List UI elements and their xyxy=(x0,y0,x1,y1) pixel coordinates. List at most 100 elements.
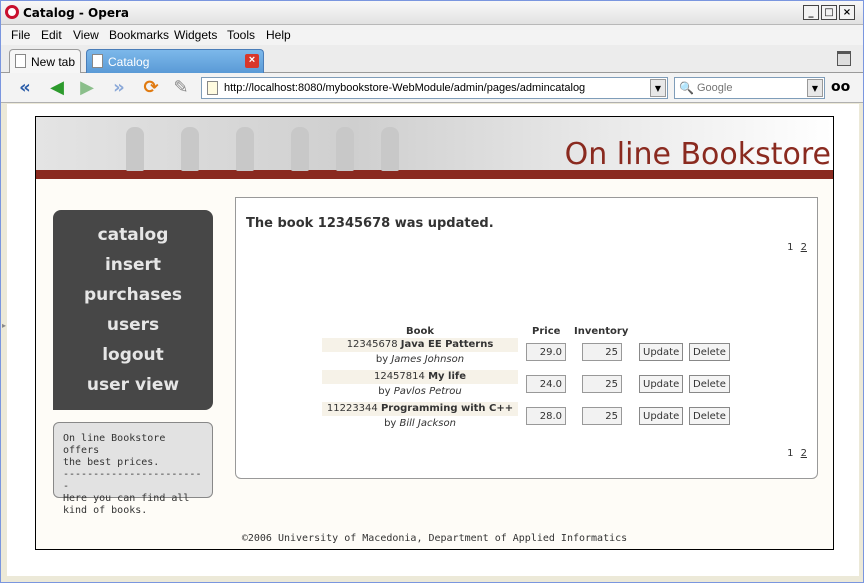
banner-figure xyxy=(291,127,309,171)
trash-icon[interactable] xyxy=(837,51,851,66)
by-label: by xyxy=(378,386,391,397)
page-link-2[interactable]: 2 xyxy=(801,242,807,253)
book-cell: 11223344 Programming with C++ by Bill Ja… xyxy=(322,402,518,432)
glasses-icon[interactable]: oo xyxy=(831,79,850,95)
edit-icon[interactable]: ✎ xyxy=(169,77,193,99)
by-label: by xyxy=(375,354,389,365)
book-author: James Johnson xyxy=(391,354,465,365)
minimize-button[interactable]: _ xyxy=(803,5,819,20)
tab-label: Catalog xyxy=(108,55,150,69)
info-line: On line Bookstore offers xyxy=(63,433,166,456)
book-author: Pavlos Petrou xyxy=(393,386,462,397)
banner-figure xyxy=(236,127,254,171)
tab-catalog[interactable]: Catalog × xyxy=(86,49,264,73)
book-title: My life xyxy=(428,371,467,382)
info-box: On line Bookstore offers the best prices… xyxy=(53,422,213,516)
browser-window: Catalog - Opera _ □ × File Edit View Boo… xyxy=(0,0,864,583)
search-box[interactable]: 🔍 ▼ xyxy=(674,77,825,99)
search-input[interactable] xyxy=(697,80,797,96)
book-id: 11223344 xyxy=(326,403,378,414)
menu-tools[interactable]: Tools xyxy=(227,28,255,42)
table-row: 12457814 My life by Pavlos Petrou Update… xyxy=(322,370,732,402)
chevron-down-icon[interactable]: ▼ xyxy=(807,79,823,97)
chevron-down-icon[interactable]: ▼ xyxy=(650,79,666,97)
by-label: by xyxy=(384,418,397,429)
menu-edit[interactable]: Edit xyxy=(41,28,62,42)
banner-figure xyxy=(336,127,354,171)
menu-widgets[interactable]: Widgets xyxy=(174,28,217,42)
nav-user-view[interactable]: user view xyxy=(53,370,213,400)
menu-bookmarks[interactable]: Bookmarks xyxy=(109,28,169,42)
menu-help[interactable]: Help xyxy=(266,28,291,42)
tab-bar: New tab Catalog × xyxy=(1,45,863,73)
site-footer: ©2006 University of Macedonia, Departmen… xyxy=(241,533,628,544)
maximize-button[interactable]: □ xyxy=(821,5,837,20)
page-current: 1 xyxy=(787,242,794,253)
book-cell: 12457814 My life by Pavlos Petrou xyxy=(322,370,518,400)
menu-view[interactable]: View xyxy=(73,28,99,42)
site-banner: On line Bookstore xyxy=(36,117,833,179)
navigation-bar: « ◀ ▶ » ⟳ ✎ ▼ 🔍 ▼ oo xyxy=(1,73,863,103)
column-header-price: Price xyxy=(532,326,561,337)
book-id: 12457814 xyxy=(373,371,425,382)
window-title: Catalog - Opera xyxy=(23,6,129,20)
rewind-icon[interactable]: « xyxy=(13,77,37,99)
site-title: On line Bookstore xyxy=(564,137,831,172)
update-button[interactable]: Update xyxy=(639,407,684,425)
page-icon xyxy=(15,54,26,68)
update-button[interactable]: Update xyxy=(639,343,684,361)
close-window-button[interactable]: × xyxy=(839,5,855,20)
back-icon[interactable]: ◀ xyxy=(45,77,69,99)
nav-catalog[interactable]: catalog xyxy=(53,220,213,250)
bookstore-site: On line Bookstore catalog insert purchas… xyxy=(35,116,834,550)
address-bar[interactable]: ▼ xyxy=(201,77,668,99)
book-id: 12345678 xyxy=(346,339,398,350)
menu-file[interactable]: File xyxy=(11,28,30,42)
book-author: Bill Jackson xyxy=(399,418,456,429)
search-icon: 🔍 xyxy=(679,81,694,95)
pager-bottom: 1 2 xyxy=(787,448,807,459)
table-row: 11223344 Programming with C++ by Bill Ja… xyxy=(322,402,732,434)
inventory-input[interactable] xyxy=(582,407,622,425)
banner-figure xyxy=(181,127,199,171)
nav-purchases[interactable]: purchases xyxy=(53,280,213,310)
page-icon xyxy=(92,54,103,68)
inventory-input[interactable] xyxy=(582,375,622,393)
delete-button[interactable]: Delete xyxy=(689,375,730,393)
panel-handle-icon[interactable]: ▸ xyxy=(2,321,6,330)
reload-icon[interactable]: ⟳ xyxy=(139,77,163,99)
status-message: The book 12345678 was updated. xyxy=(246,216,494,231)
info-line: ------------------------ xyxy=(63,469,202,492)
forward-icon[interactable]: ▶ xyxy=(75,77,99,99)
nav-logout[interactable]: logout xyxy=(53,340,213,370)
opera-logo-icon xyxy=(5,5,19,19)
banner-figure xyxy=(126,127,144,171)
column-header-inventory: Inventory xyxy=(574,326,629,337)
fast-forward-icon[interactable]: » xyxy=(107,77,131,99)
url-input[interactable] xyxy=(224,80,644,96)
price-input[interactable] xyxy=(526,343,566,361)
info-line: Here you can find all xyxy=(63,493,190,504)
info-line: the best prices. xyxy=(63,457,160,468)
title-bar: Catalog - Opera _ □ × xyxy=(1,1,863,25)
close-tab-icon[interactable]: × xyxy=(245,54,259,68)
side-navigation: catalog insert purchases users logout us… xyxy=(53,210,213,410)
price-input[interactable] xyxy=(526,407,566,425)
update-button[interactable]: Update xyxy=(639,375,684,393)
tab-label: New tab xyxy=(31,55,76,69)
nav-users[interactable]: users xyxy=(53,310,213,340)
page-current: 1 xyxy=(787,448,794,459)
page-viewport: On line Bookstore catalog insert purchas… xyxy=(7,104,859,576)
nav-insert[interactable]: insert xyxy=(53,250,213,280)
inventory-input[interactable] xyxy=(582,343,622,361)
delete-button[interactable]: Delete xyxy=(689,343,730,361)
book-title: Java EE Patterns xyxy=(400,339,494,350)
price-input[interactable] xyxy=(526,375,566,393)
pager-top: 1 2 xyxy=(787,242,807,253)
page-link-2[interactable]: 2 xyxy=(801,448,807,459)
table-row: 12345678 Java EE Patterns by James Johns… xyxy=(322,338,732,370)
tab-new-tab[interactable]: New tab xyxy=(9,49,81,73)
main-content: The book 12345678 was updated. 1 2 Book … xyxy=(235,197,818,479)
delete-button[interactable]: Delete xyxy=(689,407,730,425)
info-line: kind of books. xyxy=(63,505,148,516)
